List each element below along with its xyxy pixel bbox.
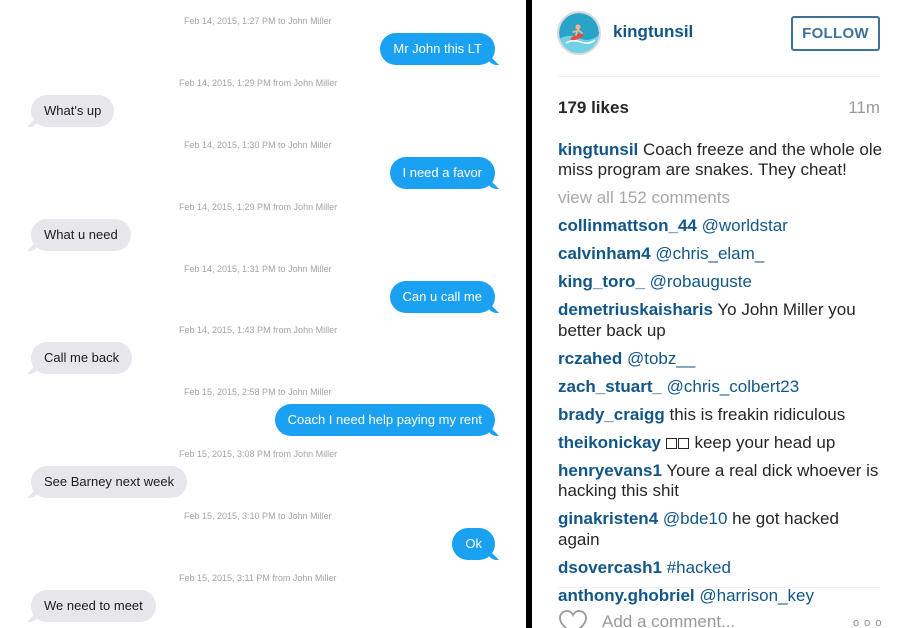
comment: collinmattson_44 @worldstar (558, 216, 883, 236)
comment: theikonickay keep your head up (558, 433, 883, 453)
view-all-comments-link[interactable]: view all 152 comments (558, 188, 730, 207)
comment-mention[interactable]: @worldstar (702, 216, 788, 235)
comment: ginakristen4 @bde10 he got hacked again (558, 509, 883, 550)
instagram-post: kingtunsil FOLLOW 179 likes 11m kingtuns… (532, 0, 900, 628)
comment: dsovercash1 #hacked (558, 558, 883, 578)
comment-mention[interactable]: @chris_elam_ (655, 244, 764, 263)
comment-username[interactable]: rczahed (558, 349, 622, 368)
message-timestamp: Feb 15, 2015, 3:08 PM from John Miller (179, 449, 338, 459)
message-timestamp: Feb 14, 2015, 1:29 PM from John Miller (179, 78, 338, 88)
sent-message: Can u call me (389, 281, 495, 313)
comment-username[interactable]: henryevans1 (558, 461, 662, 480)
message-timestamp: Feb 14, 2015, 1:43 PM from John Miller (179, 325, 338, 335)
received-message: See Barney next week (31, 466, 188, 498)
message-timestamp: Feb 14, 2015, 1:31 PM to John Miller (184, 264, 332, 274)
comment-username[interactable]: ginakristen4 (558, 509, 658, 528)
follow-button[interactable]: FOLLOW (791, 16, 880, 51)
received-message: What u need (31, 219, 131, 251)
message-timestamp: Feb 15, 2015, 3:10 PM to John Miller (184, 511, 332, 521)
sent-message: I need a favor (389, 157, 495, 189)
caption-username[interactable]: kingtunsil (558, 140, 638, 159)
comment-username[interactable]: dsovercash1 (558, 558, 662, 577)
comment-username[interactable]: anthony.ghobriel (558, 586, 695, 605)
received-message: Call me back (31, 342, 133, 374)
post-age: 11m (848, 98, 880, 117)
comment-username[interactable]: king_toro_ (558, 272, 645, 291)
profile-photo-icon (559, 13, 599, 53)
comment-mention[interactable]: @robauguste (650, 272, 752, 291)
sms-thread: Feb 14, 2015, 1:27 PM to John Miller Mr … (0, 0, 526, 628)
header-divider (558, 76, 880, 77)
comment-hashtag[interactable]: #hacked (667, 558, 731, 577)
comment-mention[interactable]: @harrison_key (699, 586, 814, 605)
comment-mention[interactable]: @chris_colbert23 (667, 377, 800, 396)
received-message: What's up (31, 95, 115, 127)
add-comment-input[interactable]: Add a comment... (602, 612, 735, 628)
message-timestamp: Feb 15, 2015, 2:58 PM to John Miller (184, 387, 332, 397)
received-message: We need to meet (31, 590, 156, 622)
view-all-comments-row: view all 152 comments (558, 188, 883, 208)
comment: calvinham4 @chris_elam_ (558, 244, 883, 264)
comment-username[interactable]: collinmattson_44 (558, 216, 697, 235)
message-timestamp: Feb 14, 2015, 1:27 PM to John Miller (184, 16, 332, 26)
comment-text: this is freakin ridiculous (669, 404, 846, 424)
sent-message: Ok (452, 528, 495, 560)
comment-text: keep your head up (694, 432, 836, 452)
like-count[interactable]: 179 likes (558, 98, 629, 118)
comment: rczahed @tobz__ (558, 349, 883, 369)
caption: kingtunsil Coach freeze and the whole ol… (558, 140, 883, 181)
comment: demetriuskaisharis Yo John Miller you be… (558, 300, 883, 341)
avatar[interactable] (557, 11, 601, 55)
heart-icon[interactable] (558, 608, 588, 628)
comment-username[interactable]: theikonickay (558, 433, 661, 452)
message-timestamp: Feb 14, 2015, 1:30 PM to John Miller (184, 140, 332, 150)
emoji-placeholder-icon (665, 433, 690, 452)
footer-divider (558, 587, 880, 588)
comment-list: kingtunsil Coach freeze and the whole ol… (558, 140, 883, 614)
message-timestamp: Feb 15, 2015, 3:11 PM from John Miller (179, 573, 337, 583)
comment: brady_craigg this is freakin ridiculous (558, 405, 883, 425)
comment: zach_stuart_ @chris_colbert23 (558, 377, 883, 397)
post-username[interactable]: kingtunsil (613, 22, 693, 42)
sent-message: Coach I need help paying my rent (274, 404, 495, 436)
comment-username[interactable]: demetriuskaisharis (558, 300, 713, 319)
comment-username[interactable]: calvinham4 (558, 244, 651, 263)
comment-mention[interactable]: @tobz__ (627, 349, 695, 368)
sent-message: Mr John this LT (380, 33, 495, 65)
comment-username[interactable]: brady_craigg (558, 405, 665, 424)
comment-mention[interactable]: @bde10 (663, 509, 728, 528)
message-timestamp: Feb 14, 2015, 1:29 PM from John Miller (179, 202, 338, 212)
comment: anthony.ghobriel @harrison_key (558, 586, 883, 606)
comment: henryevans1 Youre a real dick whoever is… (558, 461, 883, 502)
comment: king_toro_ @robauguste (558, 272, 883, 292)
comment-username[interactable]: zach_stuart_ (558, 377, 662, 396)
more-options-icon[interactable]: o o o (853, 617, 882, 628)
